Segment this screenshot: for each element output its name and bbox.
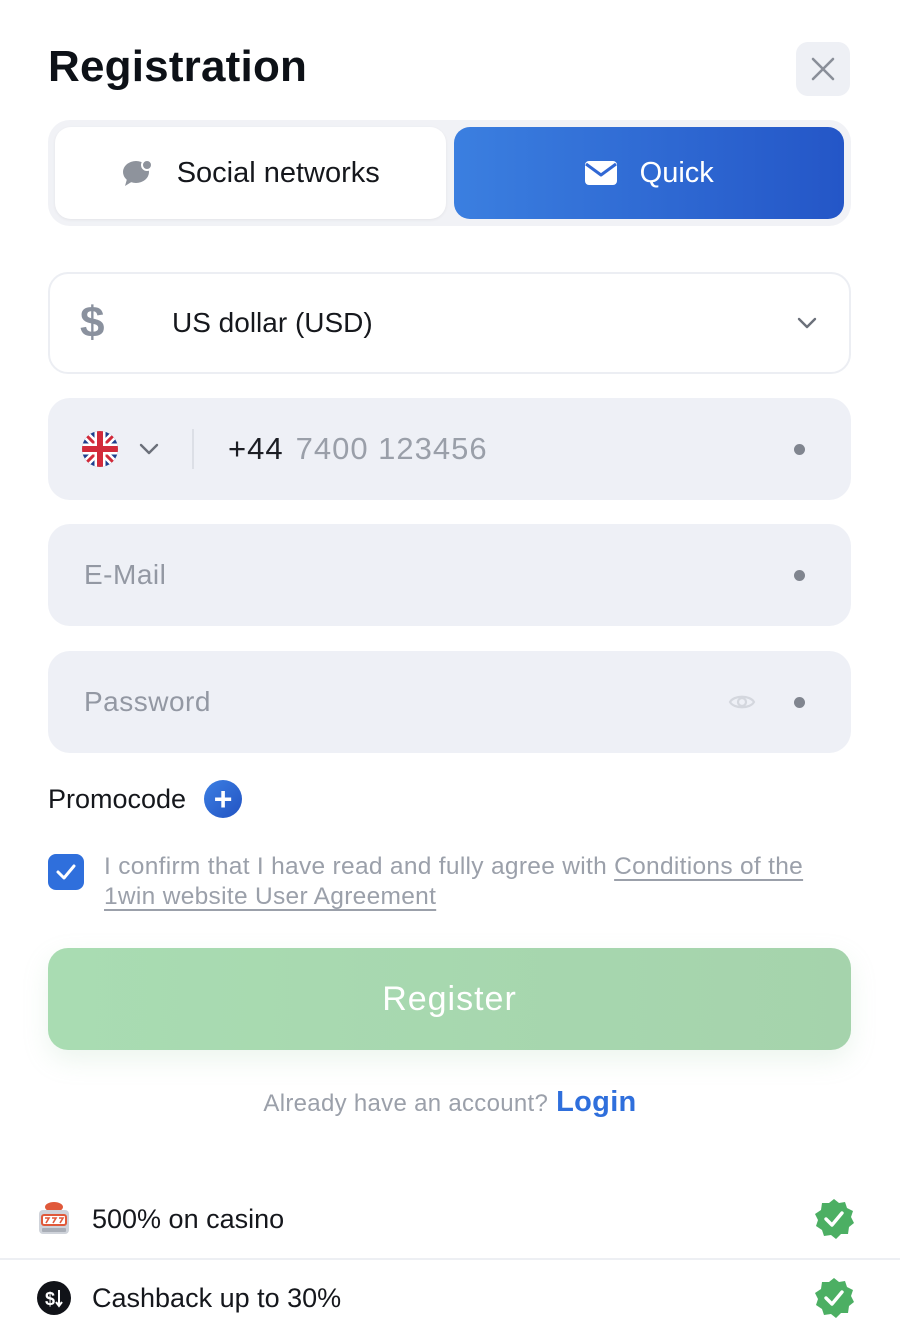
register-button[interactable]: Register — [48, 948, 851, 1050]
currency-select[interactable]: $ US dollar (USD) — [48, 272, 851, 374]
required-indicator — [794, 696, 805, 708]
agreement-label: I confirm that I have read and fully agr… — [104, 853, 615, 880]
currency-label: US dollar (USD) — [172, 307, 373, 338]
tab-quick[interactable]: Quick — [453, 127, 844, 219]
page-title: Registration — [48, 42, 308, 91]
close-button[interactable] — [796, 42, 850, 96]
agreement: I confirm that I have read and fully agr… — [48, 852, 838, 912]
country-select[interactable] — [82, 431, 160, 467]
promocode-label: Promocode — [48, 783, 187, 814]
login-link[interactable]: Login — [556, 1086, 636, 1118]
tab-quick-label: Quick — [639, 156, 714, 189]
email-input[interactable]: E-Mail — [84, 559, 794, 591]
phone-input[interactable]: 7400 123456 — [296, 431, 794, 467]
dollar-icon: $ — [80, 298, 105, 347]
bonus-item: 500% on casino — [0, 1180, 900, 1258]
login-prompt: Already have an account? — [263, 1090, 549, 1117]
bonus-item: $ Cashback up to 30% — [0, 1258, 900, 1336]
divider — [192, 429, 194, 469]
tab-social-networks[interactable]: Social networks — [55, 127, 446, 219]
phone-field[interactable]: +44 7400 123456 — [48, 398, 851, 500]
checkmark-icon — [56, 864, 76, 880]
required-indicator — [794, 569, 805, 581]
agreement-checkbox[interactable] — [48, 854, 84, 890]
required-indicator — [794, 443, 805, 455]
envelope-icon — [584, 161, 617, 185]
plus-icon[interactable]: + — [204, 780, 243, 818]
promocode-toggle[interactable]: Promocode + — [48, 780, 243, 818]
uk-flag-icon — [82, 431, 118, 467]
agreement-text: I confirm that I have read and fully agr… — [104, 852, 838, 912]
chevron-down-icon — [797, 317, 817, 329]
svg-text:$: $ — [45, 1289, 55, 1309]
login-row: Already have an account? Login — [0, 1086, 900, 1119]
registration-tabs: Social networks Quick — [48, 120, 851, 226]
email-field[interactable]: E-Mail — [48, 524, 851, 626]
bonus-text: 500% on casino — [92, 1203, 285, 1234]
password-input[interactable]: Password — [84, 686, 728, 718]
bonus-text: Cashback up to 30% — [92, 1282, 342, 1313]
verified-badge-icon — [815, 1278, 854, 1318]
chat-bubble-icon — [122, 159, 153, 186]
chevron-down-icon — [139, 443, 159, 455]
verified-badge-icon — [815, 1199, 854, 1239]
close-icon — [811, 57, 835, 81]
slot-machine-icon — [36, 1201, 72, 1237]
phone-country-code: +44 — [228, 431, 284, 466]
password-field[interactable]: Password — [48, 651, 851, 753]
eye-icon[interactable] — [728, 692, 756, 712]
cashback-icon: $ — [36, 1280, 72, 1316]
tab-social-label: Social networks — [176, 156, 380, 189]
